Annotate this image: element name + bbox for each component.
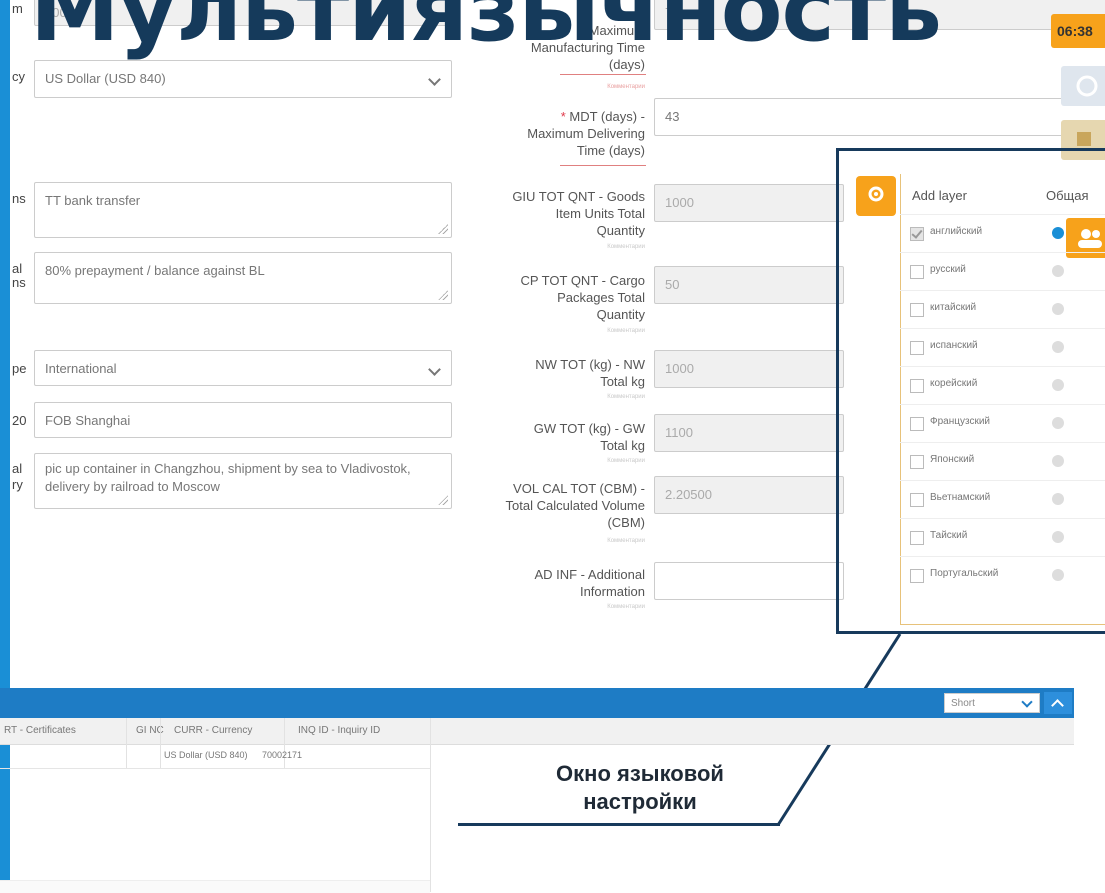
column-divider [430, 718, 431, 892]
grid-footer [0, 880, 430, 893]
inquiry-id-cell: 70002171 [262, 750, 303, 760]
currency-cell: US Dollar (USD 840) [164, 750, 248, 760]
callout-line-2: настройки [583, 789, 697, 814]
column-header[interactable]: CURR - Currency [174, 725, 252, 736]
chevron-down-icon [1021, 696, 1033, 708]
collapse-button[interactable] [1044, 692, 1072, 714]
callout-text: Окно языковой настройки [480, 760, 800, 816]
grid-header: RT - Certificates GI NC CURR - Currency … [0, 718, 1074, 745]
callout-underline [458, 823, 780, 826]
grid-toolbar [0, 688, 1074, 718]
view-mode-select[interactable]: Short [944, 693, 1040, 713]
table-row[interactable]: US Dollar (USD 840) 70002171 [0, 744, 430, 769]
column-header[interactable]: INQ ID - Inquiry ID [298, 725, 380, 736]
view-mode-value: Short [951, 698, 975, 709]
callout-line-1: Окно языковой [556, 761, 724, 786]
page-title: Мультиязычность [30, 0, 942, 60]
column-header[interactable]: RT - Certificates [4, 725, 76, 736]
